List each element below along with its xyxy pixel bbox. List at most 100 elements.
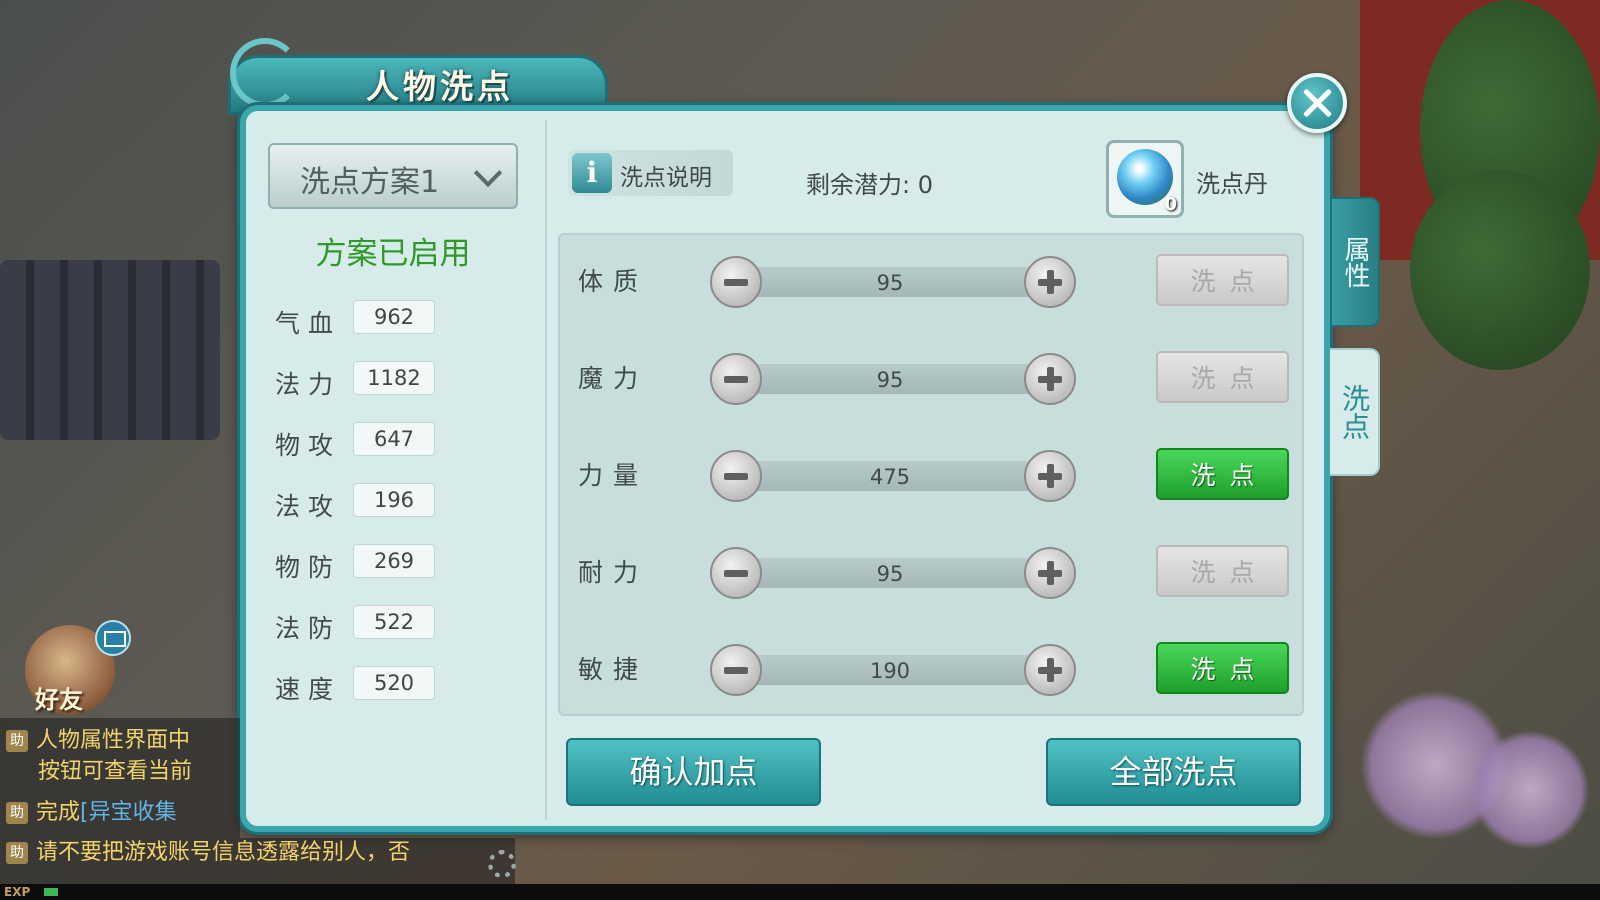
minus-icon — [724, 279, 748, 286]
stat-row-magic-defense: 法防 522 — [275, 605, 445, 643]
confirm-points-button[interactable]: 确认加点 — [566, 738, 821, 806]
chat-text: 请不要把游戏账号信息透露给别人，否 — [36, 840, 411, 865]
background-roof — [0, 260, 220, 440]
plus-icon-stroke — [1047, 561, 1054, 585]
plan-dropdown[interactable]: 洗点方案1 — [268, 143, 518, 209]
minus-icon — [724, 376, 748, 383]
attribute-row-magic: 魔力 95 洗点 — [560, 347, 1300, 407]
attribute-row-strength: 力量 475 洗点 — [560, 444, 1300, 504]
plan-status: 方案已启用 — [315, 236, 471, 272]
panel-title: 人物洗点 — [366, 67, 514, 106]
friend-label: 好友 — [35, 685, 83, 714]
stat-label: 物攻 — [275, 431, 342, 460]
assist-tag: 助 — [6, 842, 28, 864]
attribute-row-constitution: 体质 95 洗点 — [560, 250, 1300, 310]
stat-value: 269 — [353, 544, 435, 578]
stat-label: 物防 — [275, 553, 342, 582]
increase-button[interactable] — [1024, 353, 1076, 405]
attribute-value: 190 — [869, 659, 911, 683]
attribute-row-agility: 敏捷 190 洗点 — [560, 638, 1300, 698]
assist-tag: 助 — [6, 802, 28, 824]
decrease-button[interactable] — [710, 450, 762, 502]
decrease-button[interactable] — [710, 644, 762, 696]
stat-row-physical-defense: 物防 269 — [275, 544, 445, 582]
increase-button[interactable] — [1024, 256, 1076, 308]
reset-attribute-button[interactable]: 洗点 — [1156, 642, 1289, 694]
increase-button[interactable] — [1024, 450, 1076, 502]
reset-pill-count: 0 — [1164, 194, 1177, 215]
tab-point-reset[interactable]: 洗点 — [1330, 348, 1380, 476]
stat-value: 1182 — [353, 361, 435, 395]
stat-value: 196 — [353, 483, 435, 517]
stat-row-mp: 法力 1182 — [275, 361, 445, 399]
stat-label: 速度 — [275, 675, 342, 704]
chat-line: 助完成[异宝收集 — [6, 798, 256, 828]
chevron-down-icon — [473, 158, 503, 188]
increase-button[interactable] — [1024, 547, 1076, 599]
attribute-value: 95 — [876, 271, 904, 295]
exp-fill — [44, 888, 58, 896]
info-icon: i — [572, 153, 612, 193]
stat-value: 962 — [353, 300, 435, 334]
chat-line: 按钮可查看当前 — [38, 757, 288, 787]
plus-icon-stroke — [1047, 367, 1054, 391]
reset-help-label: 洗点说明 — [620, 165, 712, 191]
attribute-slider[interactable]: 95 — [710, 256, 1076, 308]
chat-line: 助人物属性界面中 — [6, 726, 256, 756]
plan-dropdown-label: 洗点方案1 — [300, 165, 440, 200]
attribute-label: 魔力 — [578, 364, 649, 393]
reset-all-button[interactable]: 全部洗点 — [1046, 738, 1301, 806]
close-button[interactable] — [1287, 73, 1347, 133]
stat-row-hp: 气血 962 — [275, 300, 445, 338]
stat-row-speed: 速度 520 — [275, 666, 445, 704]
stats-column — [255, 120, 547, 820]
tab-attributes[interactable]: 属性 — [1330, 197, 1380, 327]
attribute-value: 475 — [869, 465, 911, 489]
attribute-slider[interactable]: 95 — [710, 353, 1076, 405]
reset-attribute-button[interactable]: 洗点 — [1156, 254, 1289, 306]
title-ornament-icon — [230, 38, 300, 108]
stat-value: 520 — [353, 666, 435, 700]
chat-link[interactable]: [异宝收集 — [80, 800, 177, 825]
background-blossom — [1470, 730, 1590, 850]
attribute-label: 力量 — [578, 461, 649, 490]
decrease-button[interactable] — [710, 256, 762, 308]
gear-icon[interactable] — [488, 850, 516, 878]
minus-icon — [724, 473, 748, 480]
attribute-label: 敏捷 — [578, 655, 649, 684]
chat-text: 按钮可查看当前 — [38, 759, 193, 784]
exp-label: EXP — [4, 885, 31, 899]
reset-help-button[interactable]: i 洗点说明 — [568, 150, 733, 196]
reset-attribute-button[interactable]: 洗点 — [1156, 351, 1289, 403]
plus-icon-stroke — [1047, 464, 1054, 488]
minus-icon — [724, 570, 748, 577]
increase-button[interactable] — [1024, 644, 1076, 696]
stat-row-magic-attack: 法攻 196 — [275, 483, 445, 521]
attribute-slider[interactable]: 190 — [710, 644, 1076, 696]
attribute-label: 耐力 — [578, 558, 649, 587]
reset-attribute-button[interactable]: 洗点 — [1156, 448, 1289, 500]
reset-pill-slot[interactable]: 0 — [1106, 140, 1184, 218]
chat-text: 完成 — [36, 800, 81, 825]
stat-label: 法力 — [275, 370, 342, 399]
reset-attribute-button[interactable]: 洗点 — [1156, 545, 1289, 597]
plus-icon-stroke — [1047, 658, 1054, 682]
stat-value: 522 — [353, 605, 435, 639]
attribute-label: 体质 — [578, 267, 649, 296]
stat-label: 法攻 — [275, 492, 342, 521]
attribute-slider[interactable]: 475 — [710, 450, 1076, 502]
exp-bar: EXP — [0, 884, 1600, 900]
mail-icon[interactable] — [95, 620, 131, 656]
plus-icon-stroke — [1047, 270, 1054, 294]
remaining-potential: 剩余潜力: 0 — [806, 171, 933, 199]
chat-line: 助请不要把游戏账号信息透露给别人，否 — [6, 838, 486, 868]
attribute-value: 95 — [876, 562, 904, 586]
reset-pill-label: 洗点丹 — [1196, 170, 1268, 198]
decrease-button[interactable] — [710, 547, 762, 599]
stat-value: 647 — [353, 422, 435, 456]
attribute-slider[interactable]: 95 — [710, 547, 1076, 599]
decrease-button[interactable] — [710, 353, 762, 405]
stat-label: 气血 — [275, 309, 342, 338]
attribute-value: 95 — [876, 368, 904, 392]
background-tree — [1410, 170, 1590, 370]
